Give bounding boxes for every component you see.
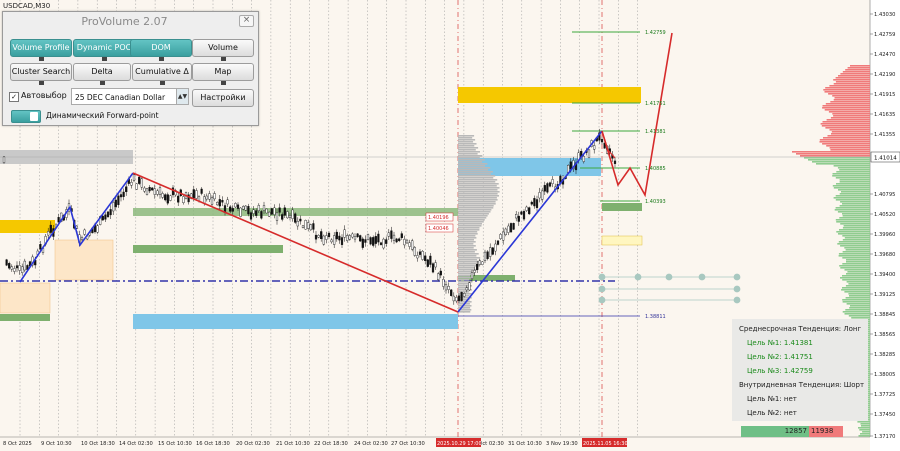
current-price-label: 1.41014	[874, 156, 897, 162]
close-icon[interactable]: ×	[239, 15, 254, 27]
time-tick-label: 9 Oct 10:30	[41, 441, 72, 447]
price-tick-label: 1.41915	[874, 92, 895, 98]
price-tick-label: 1.37170	[874, 434, 895, 440]
price-tick-label: 1.38845	[874, 312, 895, 318]
level-label-1: 1.42759	[645, 30, 666, 36]
time-tick-label: 31 Oct 10:30	[508, 441, 542, 447]
price-tick-label: 1.41355	[874, 132, 895, 138]
price-tick-label: 1.38565	[874, 332, 895, 338]
price-tick-label: 1.39400	[874, 272, 895, 278]
zone-green-2	[133, 245, 283, 253]
autoselect-checkbox[interactable]: ✓ Автовыбор	[9, 91, 67, 102]
time-tick-label: 24 Oct 02:30	[354, 441, 388, 447]
checkmark-icon: ✓	[9, 92, 19, 102]
price-tick-label: 1.41635	[874, 112, 895, 118]
zone-green-1	[0, 314, 50, 321]
target-2: Цель №2: 1.41751	[747, 353, 813, 361]
zone-yellow-top	[458, 87, 641, 103]
buy-volume: 12857	[741, 426, 809, 437]
target-1: Цель №1: 1.41381	[747, 339, 813, 347]
level-label-2: 1.41751	[645, 101, 666, 107]
intraday-target-1: Цель №1: нет	[747, 395, 797, 403]
intraday-trend-label: Внутридневная Тенденция: Шорт	[739, 381, 865, 389]
price-tick-label: 1.42470	[874, 52, 895, 58]
time-tick-label: 20 Oct 02:30	[236, 441, 270, 447]
time-tick-label: 15 Oct 10:30	[158, 441, 192, 447]
spinner-icon[interactable]: ▲▼	[176, 89, 188, 104]
time-tick-label: 8 Oct 2025	[3, 441, 32, 447]
provolume-panel: ProVolume 2.07 × Volume Profile Dynamic …	[2, 11, 259, 126]
target-3: Цель №3: 1.42759	[747, 367, 813, 375]
cluster-search-button[interactable]: Cluster Search	[10, 63, 72, 85]
time-tick-label: 21 Oct 10:30	[276, 441, 310, 447]
price-tick-label: 1.39960	[874, 232, 895, 238]
zone-yellow-left	[0, 220, 55, 233]
symbol-label: USDCAD,M30	[3, 2, 51, 10]
price-tick-label: 1.42759	[874, 32, 895, 38]
zone-cream-1	[0, 282, 51, 314]
price-tick-label: 1.37725	[874, 392, 895, 398]
price-tick-label: 1.37450	[874, 412, 895, 418]
price-tick-label: 1.38005	[874, 372, 895, 378]
volume-button[interactable]: Volume	[192, 39, 254, 61]
zone-cream-3	[601, 235, 643, 246]
price-tick-label: 1.39125	[874, 292, 895, 298]
zone-green-5	[602, 203, 642, 211]
trend-info-box: Среднесрочная Тенденция: Лонг Цель №1: 1…	[732, 319, 868, 421]
price-tick-label: 1.39680	[874, 252, 895, 258]
level-label-5: 1.40393	[645, 199, 666, 205]
price-tick-label: 1.38285	[874, 352, 895, 358]
level-label-6: 1.38811	[645, 314, 666, 320]
price-tick-label: 1.42190	[874, 72, 895, 78]
time-tick-label: 22 Oct 18:30	[314, 441, 348, 447]
mid-label-2: 1.40046	[428, 226, 449, 232]
zone-blue-bottom	[133, 314, 458, 329]
level-label-3: 1.41381	[645, 129, 666, 135]
dynamic-forward-label: Динамический Forward-point	[46, 111, 159, 120]
time-tick-label: 27 Oct 10:30	[391, 441, 425, 447]
price-tick-label: 1.40795	[874, 192, 895, 198]
mid-label-1: 1.40196	[428, 215, 449, 221]
time-tick-label: 10 Oct 18:30	[81, 441, 115, 447]
dynamic-poc-button[interactable]: Dynamic POC	[73, 39, 135, 61]
price-tick-label: 1.43030	[874, 12, 895, 18]
intraday-target-2: Цель №2: нет	[747, 409, 797, 417]
time-tick-label: 16 Oct 18:30	[196, 441, 230, 447]
level-label-4: 1.40885	[645, 166, 666, 172]
time-tick-label: 3 Nov 19:30	[546, 441, 578, 447]
volume-profile-button[interactable]: Volume Profile	[10, 39, 72, 61]
sell-volume: 11938	[809, 426, 843, 437]
delta-button[interactable]: Delta	[73, 63, 131, 85]
dom-button[interactable]: DOM	[130, 39, 192, 61]
price-tick-label: 1.40520	[874, 212, 895, 218]
time-highlight-1: 2025.10.29 17:00	[437, 441, 482, 447]
zone-cream-2	[54, 239, 114, 281]
panel-title: ProVolume 2.07	[81, 15, 168, 28]
price-axis-area	[870, 0, 900, 451]
map-button[interactable]: Map	[192, 63, 254, 85]
dynamic-forward-toggle[interactable]	[11, 110, 41, 123]
instrument-select[interactable]: 25 DEC Canadian Dollar ▲▼	[71, 88, 189, 105]
time-highlight-2: 2025.11.05 16:30	[583, 441, 628, 447]
settings-button[interactable]: Настройки	[192, 89, 254, 107]
medium-trend-label: Среднесрочная Тенденция: Лонг	[739, 325, 862, 333]
cumulative-delta-button[interactable]: Cumulative Δ	[132, 63, 192, 85]
time-tick-label: 14 Oct 02:30	[119, 441, 153, 447]
